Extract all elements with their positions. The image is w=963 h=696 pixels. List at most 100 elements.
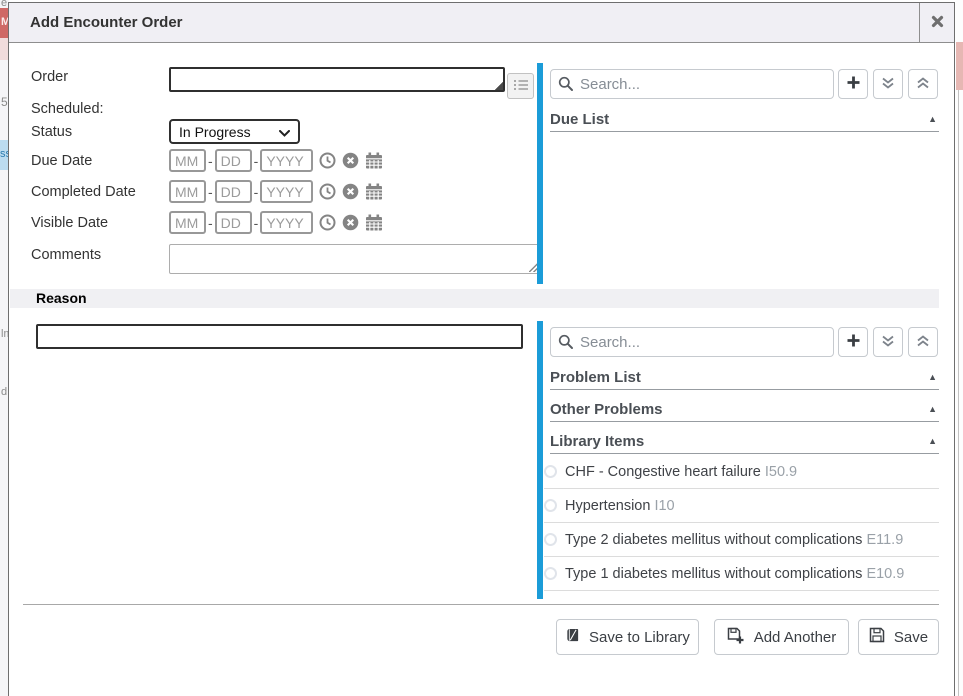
status-selected-value: In Progress (179, 124, 251, 140)
completed-date-row: - - (169, 180, 383, 203)
library-items-section-header[interactable]: Library Items ▲ (550, 429, 939, 454)
library-item[interactable]: Type 2 diabetes mellitus without complic… (544, 523, 939, 557)
chevron-double-down-icon (881, 76, 895, 93)
completed-date-day-input[interactable] (215, 180, 252, 203)
reason-collapse-all-button[interactable] (908, 327, 938, 357)
background-pink-block (956, 42, 963, 90)
clock-icon[interactable] (319, 214, 336, 231)
due-date-label: Due Date (31, 153, 92, 169)
library-item-name: Type 2 diabetes mellitus without complic… (565, 532, 862, 548)
library-item[interactable]: CHF - Congestive heart failure I50.9 (544, 455, 939, 489)
reason-input[interactable] (36, 324, 523, 349)
library-item-text: Type 1 diabetes mellitus without complic… (565, 566, 904, 582)
due-list-collapse-all-button[interactable] (908, 69, 938, 99)
clock-icon[interactable] (319, 183, 336, 200)
comments-textarea[interactable] (169, 244, 541, 274)
chevron-down-icon (279, 124, 290, 140)
order-input[interactable] (169, 67, 505, 92)
clock-icon[interactable] (319, 152, 336, 169)
list-icon (512, 78, 530, 95)
problem-list-section-label: Problem List (550, 369, 641, 386)
comments-field-wrap (169, 244, 541, 274)
date-separator: - (208, 215, 213, 231)
close-button[interactable] (919, 3, 954, 43)
calendar-icon[interactable] (365, 152, 383, 169)
chevron-double-down-icon (881, 334, 895, 351)
date-separator: - (208, 153, 213, 169)
reason-section-header: Reason (10, 289, 939, 308)
visible-date-year-input[interactable] (260, 211, 313, 234)
calendar-icon[interactable] (365, 214, 383, 231)
due-date-year-input[interactable] (260, 149, 313, 172)
completed-date-month-input[interactable] (169, 180, 206, 203)
due-date-day-input[interactable] (215, 149, 252, 172)
collapse-triangle-icon: ▲ (928, 114, 937, 124)
visible-date-month-input[interactable] (169, 211, 206, 234)
library-item-text: Hypertension I10 (565, 498, 675, 514)
plus-icon (846, 75, 861, 93)
calendar-icon[interactable] (365, 183, 383, 200)
due-date-row: - - (169, 149, 383, 172)
clear-date-icon[interactable] (342, 183, 359, 200)
library-item-code: E10.9 (866, 566, 904, 582)
completed-date-label: Completed Date (31, 184, 136, 200)
library-item-code: E11.9 (866, 532, 903, 548)
problem-list-section-header[interactable]: Problem List ▲ (550, 365, 939, 390)
background-text-fragment: d (1, 386, 7, 398)
reason-search-input[interactable] (550, 327, 834, 357)
add-encounter-order-dialog: Add Encounter Order Order (8, 2, 955, 696)
collapse-triangle-icon: ▲ (928, 436, 937, 446)
close-icon (931, 15, 944, 31)
save-button[interactable]: Save (858, 619, 939, 655)
library-item-name: CHF - Congestive heart failure (565, 464, 761, 480)
library-item-radio[interactable] (544, 533, 557, 546)
visible-date-day-input[interactable] (215, 211, 252, 234)
book-icon (565, 628, 580, 647)
reason-panel-accent-bar (537, 321, 543, 599)
status-select[interactable]: In Progress (169, 119, 300, 144)
order-lookup-button[interactable] (507, 73, 534, 99)
collapse-triangle-icon: ▲ (928, 404, 937, 414)
chevron-double-up-icon (916, 334, 930, 351)
reason-search (550, 327, 834, 357)
due-list-search-input[interactable] (550, 69, 834, 99)
dialog-header: Add Encounter Order (9, 3, 954, 43)
collapse-triangle-icon: ▲ (928, 372, 937, 382)
completed-date-year-input[interactable] (260, 180, 313, 203)
library-items-section-label: Library Items (550, 433, 644, 450)
add-another-label: Add Another (754, 629, 837, 646)
library-item-radio[interactable] (544, 499, 557, 512)
plus-icon (846, 333, 861, 351)
status-label: Status (31, 124, 72, 140)
date-separator: - (254, 153, 259, 169)
due-list-section-header[interactable]: Due List ▲ (550, 107, 939, 132)
due-date-month-input[interactable] (169, 149, 206, 172)
background-text-fragment: 5 (1, 95, 8, 109)
save-to-library-label: Save to Library (589, 629, 690, 646)
floppy-disk-icon (869, 627, 885, 647)
date-separator: - (208, 184, 213, 200)
footer-divider (23, 604, 939, 605)
due-list-add-button[interactable] (838, 69, 868, 99)
clear-date-icon[interactable] (342, 214, 359, 231)
library-item-radio[interactable] (544, 567, 557, 580)
library-item-text: CHF - Congestive heart failure I50.9 (565, 464, 797, 480)
library-item[interactable]: Hypertension I10 (544, 489, 939, 523)
reason-add-button[interactable] (838, 327, 868, 357)
add-another-button[interactable]: Add Another (714, 619, 849, 655)
due-list-expand-all-button[interactable] (873, 69, 903, 99)
chevron-double-up-icon (916, 76, 930, 93)
clear-date-icon[interactable] (342, 152, 359, 169)
date-separator: - (254, 184, 259, 200)
other-problems-section-header[interactable]: Other Problems ▲ (550, 397, 939, 422)
library-item[interactable]: Type 1 diabetes mellitus without complic… (544, 557, 939, 591)
due-list-panel-accent-bar (537, 63, 543, 284)
save-to-library-button[interactable]: Save to Library (556, 619, 699, 655)
due-list-search (550, 69, 834, 99)
due-list-section-label: Due List (550, 111, 609, 128)
visible-date-row: - - (169, 211, 383, 234)
date-separator: - (254, 215, 259, 231)
reason-expand-all-button[interactable] (873, 327, 903, 357)
library-item-radio[interactable] (544, 465, 557, 478)
visible-date-label: Visible Date (31, 215, 108, 231)
